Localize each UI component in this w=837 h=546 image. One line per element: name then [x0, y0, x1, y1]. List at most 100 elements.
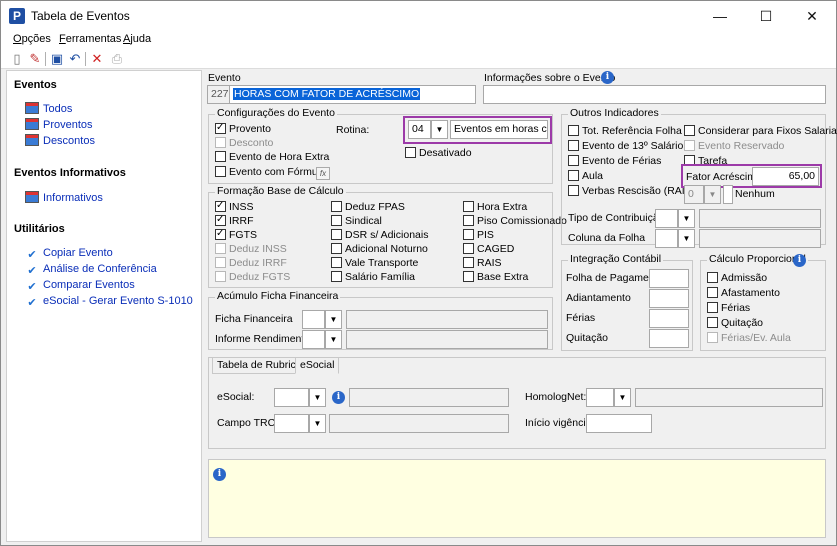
provento-checkbox[interactable]: Provento [215, 121, 271, 137]
sidebar-item-todos[interactable]: Todos [25, 102, 72, 116]
campo-trct-dropdown-arrow[interactable]: ▼ [309, 414, 326, 433]
salario-familia-checkbox[interactable]: Salário Família [331, 271, 415, 285]
menu-ajuda-label: juda [130, 33, 152, 45]
sidebar-item-comparar-eventos[interactable]: ✔ Comparar Eventos [25, 279, 134, 293]
delete-icon[interactable]: ✕ [89, 51, 105, 67]
quitacao-proporcional-checkbox[interactable]: Quitação [707, 317, 763, 331]
coluna-folha-dropdown-arrow[interactable]: ▼ [678, 229, 695, 248]
info-icon[interactable]: i [332, 391, 345, 404]
evento-code-field[interactable]: 227 [207, 85, 230, 104]
info-icon[interactable]: i [793, 254, 806, 267]
decimo-terceiro-label: Evento de 13º Salário [582, 140, 684, 152]
ferias-contabil-field[interactable] [649, 309, 689, 328]
informe-rendimentos-field[interactable] [302, 330, 325, 349]
tot-ref-checkbox[interactable]: Tot. Referência Folha [568, 125, 682, 139]
hora-extra-base-checkbox[interactable]: Hora Extra [463, 201, 527, 215]
tab-esocial[interactable]: eSocial [295, 357, 340, 374]
piso-comissionado-checkbox[interactable]: Piso Comissionado [463, 215, 567, 229]
pis-checkbox[interactable]: PIS [463, 229, 494, 243]
sidebar-item-label: Proventos [43, 119, 93, 131]
deduz-fgts-checkbox[interactable]: Deduz FGTS [215, 271, 290, 285]
edit-icon[interactable]: ✎ [27, 51, 43, 67]
table-icon [25, 118, 39, 130]
menu-ajuda[interactable]: Ajuda [123, 33, 151, 45]
notes-area[interactable]: i [208, 459, 826, 538]
print-icon[interactable]: ⎙ [109, 51, 125, 67]
aula-checkbox[interactable]: Aula [568, 170, 603, 184]
vale-transporte-checkbox[interactable]: Vale Transporte [331, 257, 418, 271]
base-extra-label: Base Extra [477, 271, 529, 283]
verbas-rais-box [723, 185, 733, 204]
homolognet-dropdown-arrow[interactable]: ▼ [614, 388, 631, 407]
esocial-dropdown-arrow[interactable]: ▼ [309, 388, 326, 407]
deduz-inss-checkbox[interactable]: Deduz INSS [215, 243, 287, 257]
sidebar-item-copiar-evento[interactable]: ✔ Copiar Evento [25, 247, 112, 261]
desconto-checkbox[interactable]: Desconto [215, 137, 273, 151]
rais-checkbox[interactable]: RAIS [463, 257, 502, 271]
sidebar-heading-informativos: Eventos Informativos [14, 167, 126, 179]
menu-ferramentas-mnemonic: F [59, 33, 66, 45]
formula-editor-button[interactable]: fx [316, 167, 330, 180]
informe-rendimentos-description [346, 330, 548, 349]
checkbox-box [707, 302, 718, 313]
sidebar-item-informativos[interactable]: Informativos [25, 191, 103, 205]
folha-pagamento-field[interactable] [649, 269, 689, 288]
adiantamento-field[interactable] [649, 289, 689, 308]
evento-name-field[interactable]: HORAS COM FATOR DE ACRÉSCIMO [229, 85, 476, 104]
ferias-ev-aula-checkbox[interactable]: Férias/Ev. Aula [707, 332, 791, 346]
sidebar-item-esocial-gerar[interactable]: ✔ eSocial - Gerar Evento S-1010 [25, 295, 192, 309]
checkbox-box [215, 271, 226, 282]
evento-ferias-checkbox[interactable]: Evento de Férias [568, 155, 661, 169]
info-icon[interactable]: i [601, 71, 614, 84]
new-document-icon[interactable]: ▯ [9, 51, 25, 67]
deduz-fgts-label: Deduz FGTS [229, 271, 291, 283]
menu-opcoes[interactable]: Opções [13, 33, 51, 45]
base-extra-checkbox[interactable]: Base Extra [463, 271, 528, 285]
admissao-checkbox[interactable]: Admissão [707, 272, 767, 286]
sidebar-item-analise-conferencia[interactable]: ✔ Análise de Conferência [25, 263, 156, 277]
desativado-checkbox[interactable]: Desativado [405, 147, 472, 161]
minimize-button[interactable]: — [697, 1, 743, 31]
undo-icon[interactable]: ↶ [67, 51, 83, 67]
hora-extra-checkbox[interactable]: Evento de Hora Extra [215, 151, 329, 165]
deduz-irrf-checkbox[interactable]: Deduz IRRF [215, 257, 287, 271]
sidebar-item-proventos[interactable]: Proventos [25, 118, 93, 132]
ferias-proporcional-checkbox[interactable]: Férias [707, 302, 750, 316]
verbas-rais-dropdown-arrow[interactable]: ▼ [704, 185, 721, 204]
close-button[interactable]: ✕ [789, 1, 835, 31]
verbas-rais-code-field[interactable]: 0 [684, 185, 704, 204]
adicional-noturno-checkbox[interactable]: Adicional Noturno [331, 243, 428, 257]
verbas-rescisao-checkbox[interactable]: Verbas Rescisão (RAIS) [568, 185, 695, 199]
tipo-contribuicao-dropdown-arrow[interactable]: ▼ [678, 209, 695, 228]
tipo-contribuicao-field[interactable] [655, 209, 678, 228]
coluna-folha-field[interactable] [655, 229, 678, 248]
decimo-terceiro-checkbox[interactable]: Evento de 13º Salário [568, 140, 683, 154]
afastamento-checkbox[interactable]: Afastamento [707, 287, 780, 301]
menu-ferramentas[interactable]: Ferramentas [59, 33, 121, 45]
considerar-fixos-checkbox[interactable]: Considerar para Fixos Salariais [684, 125, 837, 139]
esocial-field[interactable] [274, 388, 309, 407]
formula-checkbox[interactable]: Evento com Fórmula [215, 166, 326, 180]
config-group: Configurações do Evento Provento Descont… [208, 107, 553, 184]
inicio-vigencia-field[interactable] [586, 414, 652, 433]
checkbox-box [568, 155, 579, 166]
info-evento-field[interactable] [483, 85, 826, 104]
dsr-checkbox[interactable]: DSR s/ Adicionais [331, 229, 428, 243]
save-icon[interactable]: ▣ [49, 51, 65, 67]
homolognet-field[interactable] [586, 388, 614, 407]
outros-indicadores-group: Outros Indicadores Tot. Referência Folha… [561, 107, 837, 248]
checkbox-box [331, 257, 342, 268]
maximize-button[interactable]: ☐ [743, 1, 789, 31]
evento-reservado-checkbox[interactable]: Evento Reservado [684, 140, 784, 154]
sindical-checkbox[interactable]: Sindical [331, 215, 382, 229]
sidebar-item-descontos[interactable]: Descontos [25, 134, 95, 148]
deduz-fpas-checkbox[interactable]: Deduz FPAS [331, 201, 405, 215]
campo-trct-field[interactable] [274, 414, 309, 433]
fgts-checkbox[interactable]: FGTS [215, 227, 257, 243]
ficha-financeira-field[interactable] [302, 310, 325, 329]
informe-rendimentos-dropdown-arrow[interactable]: ▼ [325, 330, 342, 349]
caged-label: CAGED [477, 243, 515, 255]
caged-checkbox[interactable]: CAGED [463, 243, 514, 257]
ficha-financeira-dropdown-arrow[interactable]: ▼ [325, 310, 342, 329]
quitacao-contabil-field[interactable] [649, 329, 689, 348]
